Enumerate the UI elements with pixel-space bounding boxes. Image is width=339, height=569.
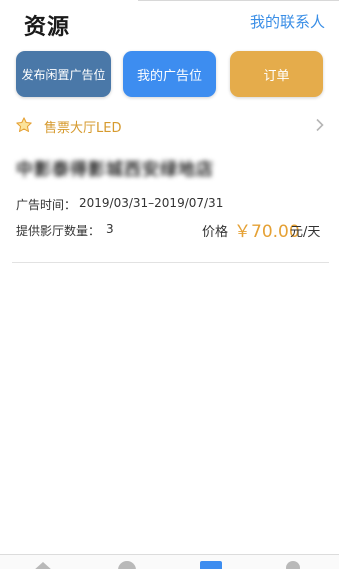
home-icon[interactable] [32,561,54,569]
price-label: 价格 [202,225,229,240]
screens-count-label: 提供影厅数量： [16,224,101,238]
discover-icon[interactable] [118,561,136,569]
ad-period-value: 2019/03/31–2019/07/31 [79,196,224,210]
ad-resource-card[interactable]: 售票大厅LED 中影泰得影城西安绿地店 广告时间： 2019/03/31–201… [12,110,329,263]
page-title: 资源 [24,15,71,40]
my-contacts-link[interactable]: 我的联系人 [250,11,325,32]
price-unit: 元/天 [290,225,321,240]
header: 资源 我的联系人 [0,0,339,46]
action-buttons: 发布闲置广告位 我的广告位 订单 [16,51,323,97]
star-icon [16,117,32,132]
chevron-right-icon[interactable] [315,118,325,132]
resource-icon[interactable] [200,561,222,569]
publish-idle-ad-button[interactable]: 发布闲置广告位 [16,51,111,97]
my-ads-button[interactable]: 我的广告位 [123,51,216,97]
ad-period-label: 广告时间： [16,198,77,212]
orders-button[interactable]: 订单 [230,51,323,97]
ad-type-label: 售票大厅LED [44,121,122,136]
bottom-tab-bar [0,554,339,569]
screens-count-value: 3 [106,222,114,236]
cinema-name: 中影泰得影城西安绿地店 [16,160,214,180]
mine-icon[interactable] [286,561,300,569]
